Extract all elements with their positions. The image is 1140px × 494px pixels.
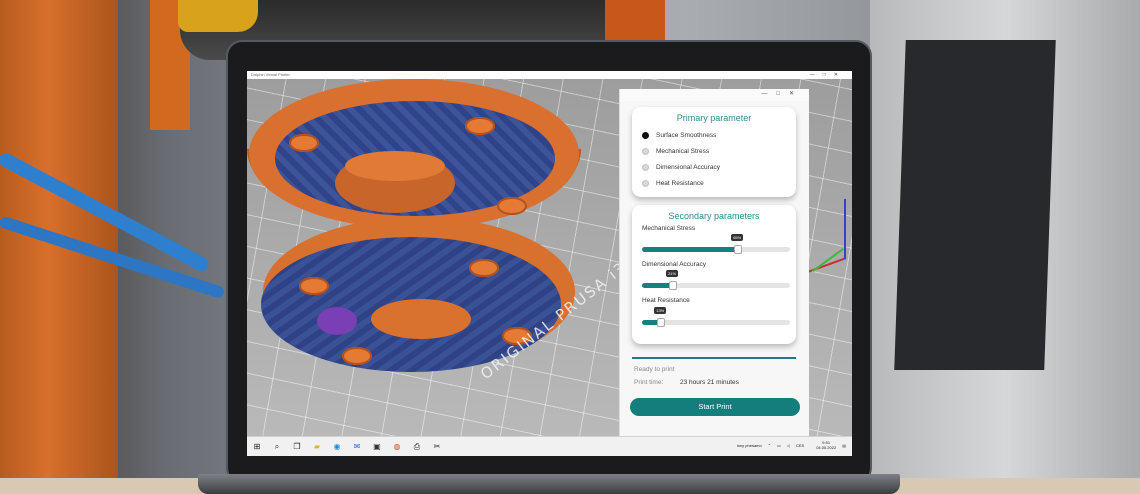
slider-value-tooltip: 21% — [666, 270, 679, 277]
panel-divider — [632, 357, 796, 359]
printer-app-icon[interactable]: ⎙ — [411, 441, 423, 453]
radio-surface-smoothness[interactable]: Surface Smoothness — [642, 129, 716, 141]
part-hole — [342, 347, 372, 365]
radio-mechanical-stress[interactable]: Mechanical Stress — [642, 145, 709, 157]
media-icon[interactable]: ◍ — [391, 441, 403, 453]
radio-dimensional-accuracy[interactable]: Dimensional Accuracy — [642, 161, 720, 173]
search-icon[interactable]: ⌕ — [271, 441, 283, 453]
slider-label-dimensional-accuracy: Dimensional Accuracy — [642, 261, 706, 268]
tray-language[interactable]: CES — [796, 443, 804, 448]
primary-parameter-title: Primary parameter — [676, 113, 752, 123]
tray-weather[interactable]: Inny pheśamo — [737, 443, 762, 448]
mail-icon[interactable]: ✉ — [351, 441, 363, 453]
secondary-parameters-card: Secondary parameters Mechanical Stress 6… — [632, 205, 796, 344]
slider-heat-resistance[interactable]: 13% — [642, 307, 790, 327]
laptop-screen: Dolphin Virtual Printer —□✕ ORIGINAL PRU… — [247, 71, 852, 456]
slider-fill — [642, 247, 739, 252]
background-orange-part — [605, 0, 665, 40]
store-icon[interactable]: ▣ — [371, 441, 383, 453]
print-time-label: Print time: — [634, 379, 664, 386]
clock-date: 04.05.2022 — [816, 445, 837, 450]
slider-mechanical-stress[interactable]: 65% — [642, 234, 790, 254]
edge-icon[interactable]: ◉ — [331, 441, 343, 453]
system-tray: Inny pheśamo ⌃ ▭ ◁ CES 9:51 04.05.2022 ▤ — [731, 440, 846, 450]
radio-label: Surface Smoothness — [656, 131, 717, 139]
window-controls: —□✕ — [810, 71, 846, 79]
part-hole — [497, 197, 527, 215]
panel-close-button[interactable]: ✕ — [789, 91, 803, 97]
part-center-boss-top — [345, 151, 445, 181]
radio-unselected-icon — [642, 179, 649, 187]
part-hole — [289, 134, 319, 152]
slicer-app-icon[interactable]: ✂ — [431, 441, 443, 453]
start-print-button[interactable]: Start Print — [630, 398, 800, 416]
window-title: Dolphin Virtual Printer — [251, 72, 290, 77]
maximize-button[interactable]: □ — [823, 72, 834, 78]
notification-icon[interactable]: ▤ — [842, 443, 846, 448]
tray-clock[interactable]: 9:51 04.05.2022 — [810, 440, 836, 450]
radio-unselected-icon — [642, 147, 649, 155]
radio-label: Heat Resistance — [656, 179, 704, 187]
panel-maximize-button[interactable]: □ — [776, 91, 789, 97]
print-settings-panel: —□✕ Primary parameter Surface Smoothness… — [619, 89, 809, 436]
laptop-base — [198, 474, 900, 494]
slider-label-mechanical-stress: Mechanical Stress — [642, 225, 696, 232]
slider-label-heat-resistance: Heat Resistance — [642, 297, 690, 304]
slider-handle[interactable] — [734, 245, 743, 254]
chevron-up-icon[interactable]: ⌃ — [768, 443, 771, 448]
windows-taskbar: ⊞ ⌕ ❐ ▰ ◉ ✉ ▣ ◍ ⎙ ✂ Inny pheśamo ⌃ ▭ ◁ C… — [247, 436, 852, 456]
slider-value-tooltip: 65% — [731, 234, 744, 241]
task-view-icon[interactable]: ❐ — [291, 441, 303, 453]
background-dark-panel — [894, 40, 1056, 370]
minimize-button[interactable]: — — [810, 72, 823, 78]
part-support-region — [317, 307, 357, 335]
windows-icon[interactable]: ⊞ — [251, 441, 263, 453]
radio-selected-icon — [642, 131, 649, 139]
slider-value-tooltip: 13% — [654, 307, 667, 314]
network-icon[interactable]: ▭ — [777, 443, 781, 448]
part-bottom-boss — [371, 299, 471, 339]
slider-dimensional-accuracy[interactable]: 21% — [642, 270, 790, 290]
background-yellow-part — [178, 0, 258, 32]
close-button[interactable]: ✕ — [834, 72, 846, 78]
volume-icon[interactable]: ◁ — [787, 443, 790, 448]
radio-label: Mechanical Stress — [656, 147, 710, 155]
part-hole — [465, 117, 495, 135]
file-explorer-icon[interactable]: ▰ — [311, 441, 323, 453]
panel-window-controls: —□✕ — [761, 90, 803, 97]
axis-z-icon — [844, 199, 846, 259]
panel-minimize-button[interactable]: — — [761, 91, 776, 97]
secondary-parameters-title: Secondary parameters — [668, 211, 760, 221]
part-hole — [299, 277, 329, 295]
panel-titlebar: —□✕ — [620, 89, 809, 101]
part-hole — [469, 259, 499, 277]
radio-label: Dimensional Accuracy — [656, 163, 720, 171]
app-titlebar: Dolphin Virtual Printer —□✕ — [247, 71, 852, 79]
slider-handle[interactable] — [657, 318, 666, 327]
primary-parameter-card: Primary parameter Surface Smoothness Mec… — [632, 107, 796, 197]
slider-handle[interactable] — [669, 281, 678, 290]
print-time-value: 23 hours 21 minutes — [680, 379, 739, 386]
radio-heat-resistance[interactable]: Heat Resistance — [642, 177, 704, 189]
radio-unselected-icon — [642, 163, 649, 171]
status-text: Ready to print — [634, 366, 675, 373]
